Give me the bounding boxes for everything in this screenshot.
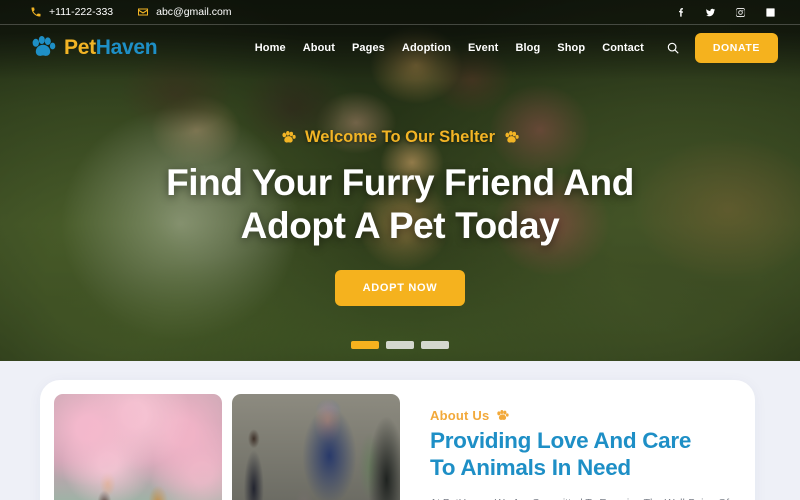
paw-icon-left [282,130,296,143]
about-image-woman-holding-joey [232,394,400,500]
about-eyebrow-text: About Us [430,408,490,423]
hero-eyebrow-text: Welcome To Our Shelter [304,128,496,146]
twitter-icon[interactable] [705,7,716,18]
about-title: Providing Love And Care To Animals In Ne… [430,428,735,481]
about-body-text: At PatHaven, We Are Committed To Ensurin… [430,495,735,500]
slider-dot-3[interactable] [421,341,449,349]
nav-item-about[interactable]: About [303,42,335,54]
about-text: About Us Providing Love And Care To Anim… [410,394,741,500]
hero-title-line-2: Adopt A Pet Today [240,205,560,247]
about-section: About Us Providing Love And Care To Anim… [0,361,800,500]
hero-title-line-1: Find Your Furry Friend And [166,161,634,203]
phone-text: +111-222-333 [49,6,114,18]
hero-slider-pagination [0,341,800,349]
phone-icon [30,6,42,18]
email-text: abc@gmail.com [156,6,232,18]
slider-dot-1[interactable] [351,341,379,349]
adopt-now-button[interactable]: ADOPT NOW [334,269,466,306]
nav-item-contact[interactable]: Contact [602,42,644,54]
instagram-icon[interactable] [735,7,746,18]
search-icon [667,42,679,54]
nav-item-pages[interactable]: Pages [352,42,385,54]
nav-item-shop[interactable]: Shop [557,42,585,54]
social-links [675,7,776,18]
paw-icon-right [505,130,519,143]
search-button[interactable] [666,41,680,55]
paw-icon [497,409,510,420]
main-navbar: PetHaven Home About Pages Adoption Event… [0,25,800,71]
about-card: About Us Providing Love And Care To Anim… [40,380,755,500]
email-link[interactable]: abc@gmail.com [137,6,232,18]
about-image-volunteer-with-dogs [54,394,222,500]
hero-title: Find Your Furry Friend And Adopt A Pet T… [0,161,800,248]
envelope-icon [137,6,149,18]
nav-item-blog[interactable]: Blog [515,42,540,54]
nav-item-event[interactable]: Event [468,42,498,54]
donate-button[interactable]: DONATE [694,33,778,63]
contact-group: +111-222-333 abc@gmail.com [30,6,232,18]
logo-text-second: Haven [95,36,158,59]
about-eyebrow: About Us [430,408,735,423]
nav-actions: DONATE [666,33,778,63]
nav-item-home[interactable]: Home [255,42,286,54]
site-logo[interactable]: PetHaven [30,36,158,60]
logo-text-first: Pet [64,36,96,59]
about-title-line-1: Providing Love And Care [430,428,692,453]
slider-dot-2[interactable] [386,341,414,349]
logo-text: PetHaven [64,36,158,60]
hero-content: Welcome To Our Shelter Find Your Furry F… [0,71,800,306]
facebook-icon[interactable] [675,7,686,18]
paw-icon [32,36,56,56]
about-title-line-2: To Animals In Need [430,454,631,480]
hero-section: +111-222-333 abc@gmail.com PetHaven Home… [0,0,800,361]
about-images [54,394,400,500]
nav-links: Home About Pages Adoption Event Blog Sho… [255,42,644,54]
phone-link[interactable]: +111-222-333 [30,6,113,18]
hero-eyebrow: Welcome To Our Shelter [281,128,519,147]
nav-item-adoption[interactable]: Adoption [402,42,451,54]
linkedin-icon[interactable] [765,7,776,18]
top-contact-bar: +111-222-333 abc@gmail.com [0,0,800,25]
